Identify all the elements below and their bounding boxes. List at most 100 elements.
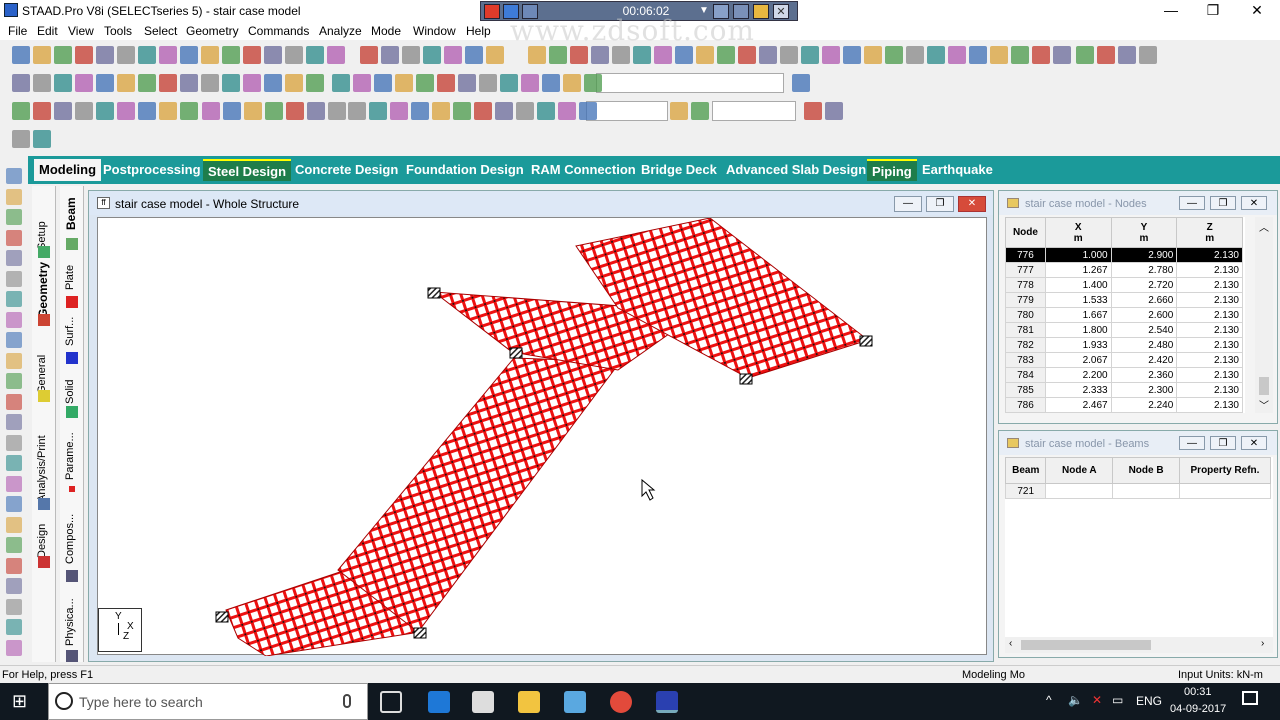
toolbar-button[interactable]	[201, 74, 219, 92]
coordinate-cell[interactable]: 2.130	[1176, 262, 1243, 278]
toolbar-button[interactable]	[825, 102, 843, 120]
toolbar-button[interactable]	[285, 74, 303, 92]
toolbar-button[interactable]	[306, 46, 324, 64]
toolbar-button[interactable]	[691, 102, 709, 120]
side-tab-analysis-print[interactable]: Analysis/Print	[32, 418, 56, 510]
coordinate-cell[interactable]: 2.780	[1110, 262, 1178, 278]
left-tool-button[interactable]	[6, 209, 22, 225]
menu-geometry[interactable]: Geometry	[186, 24, 239, 38]
menu-window[interactable]: Window	[413, 24, 456, 38]
left-tool-button[interactable]	[6, 373, 22, 389]
coordinate-cell[interactable]: 1.667	[1044, 307, 1112, 323]
toolbar-button[interactable]	[402, 46, 420, 64]
microphone-icon[interactable]	[343, 694, 351, 708]
coordinate-cell[interactable]: 1.533	[1044, 292, 1112, 308]
coordinate-cell[interactable]: 2.333	[1044, 382, 1112, 398]
toolbar-button[interactable]	[75, 46, 93, 64]
toolbar-button[interactable]	[395, 74, 413, 92]
toolbar-button[interactable]	[1053, 46, 1071, 64]
toolbar-button[interactable]	[285, 46, 303, 64]
left-tool-button[interactable]	[6, 639, 22, 656]
toolbar-button[interactable]	[201, 46, 219, 64]
beams-minimize-button[interactable]: —	[1179, 436, 1205, 450]
toolbar-button[interactable]	[159, 46, 177, 64]
node-id-cell[interactable]: 778	[1005, 277, 1046, 293]
coordinate-cell[interactable]: 2.480	[1110, 337, 1178, 353]
recorder-close-icon[interactable]: ✕	[773, 4, 789, 19]
toolbar-button[interactable]	[286, 102, 304, 120]
node-id-cell[interactable]: 781	[1005, 322, 1046, 338]
coordinate-cell[interactable]: 1.267	[1044, 262, 1112, 278]
side-tab-setup[interactable]: Setup	[32, 200, 56, 260]
toolbar-button[interactable]	[96, 46, 114, 64]
toolbar-button[interactable]	[696, 46, 714, 64]
nodes-minimize-button[interactable]: —	[1179, 196, 1205, 210]
toolbar-button[interactable]	[570, 46, 588, 64]
toolbar-button[interactable]	[332, 74, 350, 92]
toolbar-button[interactable]	[307, 102, 325, 120]
toolbar-button[interactable]	[423, 46, 441, 64]
left-tool-button[interactable]	[6, 414, 22, 430]
toolbar-button[interactable]	[33, 74, 51, 92]
col-node[interactable]: Node	[1005, 217, 1046, 248]
structure-minimize-button[interactable]: —	[894, 196, 922, 212]
table-row[interactable]: 778 1.400 2.720 2.130	[1005, 277, 1243, 293]
model-canvas[interactable]	[97, 217, 987, 657]
col-node-a[interactable]: Node A	[1045, 457, 1114, 484]
tab-concrete-design[interactable]: Concrete Design	[290, 159, 403, 181]
toolbar-button[interactable]	[138, 46, 156, 64]
toolbar-button[interactable]	[864, 46, 882, 64]
toolbar-button[interactable]	[75, 102, 93, 120]
toolbar-button[interactable]	[369, 102, 387, 120]
node-id-cell[interactable]: 785	[1005, 382, 1046, 398]
toolbar-button[interactable]	[654, 46, 672, 64]
toolbar-button[interactable]	[75, 74, 93, 92]
table-row[interactable]: 784 2.200 2.360 2.130	[1005, 367, 1243, 383]
coordinate-cell[interactable]: 2.900	[1110, 247, 1178, 263]
col-z[interactable]: Zm	[1176, 217, 1243, 248]
beam-cell[interactable]	[1178, 483, 1272, 499]
toolbar-button[interactable]	[969, 46, 987, 64]
toolbar-button[interactable]	[948, 46, 966, 64]
tab-steel-design[interactable]: Steel Design	[203, 159, 292, 181]
coordinate-cell[interactable]: 2.660	[1110, 292, 1178, 308]
toolbar-button[interactable]	[180, 74, 198, 92]
toolbar-button[interactable]	[117, 102, 135, 120]
toolbar-button[interactable]	[486, 46, 504, 64]
beam-cell[interactable]	[1045, 483, 1114, 499]
toolbar-button[interactable]	[1076, 46, 1094, 64]
table-row[interactable]: 780 1.667 2.600 2.130	[1005, 307, 1243, 323]
side-tab-plate[interactable]: Plate	[60, 256, 84, 308]
nodes-restore-button[interactable]: ❐	[1210, 196, 1236, 210]
toolbar-button[interactable]	[117, 74, 135, 92]
toolbar-button[interactable]	[12, 130, 30, 148]
toolbar-button[interactable]	[159, 102, 177, 120]
toolbar-button[interactable]	[96, 74, 114, 92]
toolbar-button[interactable]	[458, 74, 476, 92]
toolbar-button[interactable]	[927, 46, 945, 64]
toolbar-button[interactable]	[353, 74, 371, 92]
toolbar-button[interactable]	[244, 102, 262, 120]
table-row[interactable]: 777 1.267 2.780 2.130	[1005, 262, 1243, 278]
coordinate-cell[interactable]: 2.420	[1110, 352, 1178, 368]
coordinate-cell[interactable]: 1.000	[1044, 247, 1112, 263]
toolbar-button[interactable]	[584, 74, 602, 92]
node-id-cell[interactable]: 783	[1005, 352, 1046, 368]
toolbar-button[interactable]	[411, 102, 429, 120]
taskbar-search-box[interactable]: Type here to search	[48, 683, 368, 720]
toolbar-button[interactable]	[717, 46, 735, 64]
left-tool-button[interactable]	[6, 250, 22, 266]
node-id-cell[interactable]: 784	[1005, 367, 1046, 383]
toolbar-button[interactable]	[12, 102, 30, 120]
beams-restore-button[interactable]: ❐	[1210, 436, 1236, 450]
volume-icon[interactable]: 🔈	[1068, 693, 1083, 707]
node-id-cell[interactable]: 779	[1005, 292, 1046, 308]
toolbar-button[interactable]	[138, 74, 156, 92]
beams-close-button[interactable]: ✕	[1241, 436, 1267, 450]
coordinate-cell[interactable]: 2.467	[1044, 397, 1112, 413]
toolbar-button[interactable]	[96, 102, 114, 120]
coordinate-cell[interactable]: 1.400	[1044, 277, 1112, 293]
beam-cell[interactable]: 721	[1004, 483, 1047, 499]
toolbar-button[interactable]	[432, 102, 450, 120]
table-row[interactable]: 721	[1004, 483, 1272, 499]
